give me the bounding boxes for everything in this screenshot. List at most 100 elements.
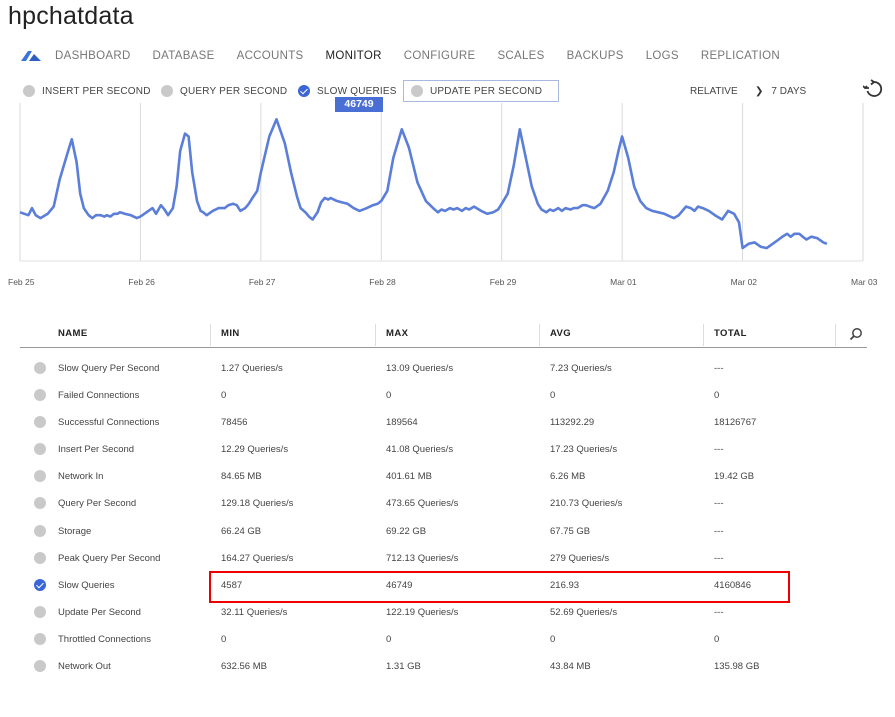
radio-unchecked-icon[interactable] <box>34 497 46 510</box>
cell-total: --- <box>714 363 724 374</box>
cell-min: 1.27 Queries/s <box>221 363 283 374</box>
radio-unchecked-icon[interactable] <box>34 524 46 537</box>
cell-total: --- <box>714 552 724 564</box>
nav-dashboard[interactable]: DASHBOARD <box>55 50 131 62</box>
metric-filters: INSERT PER SECOND QUERY PER SECOND SLOW … <box>23 79 895 103</box>
cell-avg: 279 Queries/s <box>550 552 610 564</box>
metrics-table-body: Slow Query Per Second 1.27 Queries/s 13.09… <box>20 355 867 680</box>
checkmark-icon <box>298 85 310 97</box>
filter-label: UPDATE PER SECOND <box>430 85 543 97</box>
cell-name: Successful Connections <box>58 417 160 429</box>
column-header-avg[interactable]: AVG <box>550 328 571 339</box>
cell-total: 0 <box>714 390 720 402</box>
radio-unchecked-icon[interactable] <box>34 389 46 402</box>
cell-avg: 0 <box>550 390 556 402</box>
nav-scales[interactable]: SCALES <box>497 50 544 62</box>
cell-avg: 52.69 Queries/s <box>550 606 618 618</box>
table-row[interactable]: Storage 66.24 GB 69.22 GB 67.75 GB --- <box>20 518 867 545</box>
cell-name: Slow Query Per Second <box>58 363 160 374</box>
table-row[interactable]: Failed Connections 0 0 0 0 <box>20 382 867 409</box>
cell-total: --- <box>714 606 724 618</box>
table-row[interactable]: Insert Per Second 12.29 Queries/s 41.08 Qu… <box>20 436 867 463</box>
radio-unchecked-icon[interactable] <box>34 362 46 374</box>
time-range-select[interactable]: ❯ 7 DAYS <box>755 81 806 101</box>
radio-unchecked-icon[interactable] <box>34 416 46 429</box>
cell-name: Network Out <box>58 661 111 673</box>
cell-avg: 0 <box>550 633 556 645</box>
nav-accounts[interactable]: ACCOUNTS <box>237 50 304 62</box>
filter-query-per-second[interactable]: QUERY PER SECOND <box>161 81 287 101</box>
cell-name: Network In <box>58 471 104 483</box>
x-tick-label: Feb 27 <box>248 277 276 287</box>
column-divider <box>835 324 836 346</box>
filter-insert-per-second[interactable]: INSERT PER SECOND <box>23 81 151 101</box>
cell-max: 41.08 Queries/s <box>386 444 454 456</box>
nav-replication[interactable]: REPLICATION <box>701 50 780 62</box>
cell-max: 401.61 MB <box>386 471 432 483</box>
cell-name: Throttled Connections <box>58 633 151 645</box>
cell-min: 32.11 Queries/s <box>221 606 288 618</box>
refresh-icon[interactable] <box>863 79 885 101</box>
cell-avg: 113292.29 <box>550 417 595 429</box>
x-tick-label: Mar 03 <box>851 277 878 287</box>
chart-gridlines <box>19 103 864 262</box>
cell-min: 0 <box>221 633 227 645</box>
cell-name: Storage <box>58 525 92 537</box>
table-row[interactable]: Peak Query Per Second 164.27 Queries/s 712… <box>20 545 867 572</box>
cell-max: 712.13 Queries/s <box>386 552 459 564</box>
cell-avg: 7.23 Queries/s <box>550 363 612 374</box>
nav-configure[interactable]: CONFIGURE <box>404 50 476 62</box>
nav-backups[interactable]: BACKUPS <box>567 50 624 62</box>
table-row[interactable]: Network In 84.65 MB 401.61 MB 6.26 MB 19.42 … <box>20 463 867 490</box>
cell-min: 164.27 Queries/s <box>221 552 294 564</box>
column-header-total[interactable]: TOTAL <box>714 328 747 339</box>
column-header-max[interactable]: MAX <box>386 328 408 339</box>
chevron-down-icon: ❯ <box>755 85 764 97</box>
relative-toggle[interactable]: RELATIVE <box>690 81 738 101</box>
cell-name: Failed Connections <box>58 390 140 402</box>
cell-avg: 43.84 MB <box>550 661 591 673</box>
column-header-min[interactable]: MIN <box>221 328 240 339</box>
radio-unchecked-icon[interactable] <box>34 632 46 645</box>
column-divider <box>703 324 704 346</box>
search-icon[interactable] <box>849 327 863 341</box>
filter-label: SLOW QUERIES <box>317 85 397 97</box>
filter-label: INSERT PER SECOND <box>42 85 151 97</box>
nav-logs[interactable]: LOGS <box>646 50 679 62</box>
cell-max: 189564 <box>386 417 418 429</box>
filter-update-per-second[interactable]: UPDATE PER SECOND <box>403 80 560 102</box>
column-divider <box>539 324 540 346</box>
cell-min: 84.65 MB <box>221 471 262 483</box>
radio-unchecked-icon[interactable] <box>34 551 46 564</box>
cell-max: 69.22 GB <box>386 525 427 537</box>
table-row[interactable]: Successful Connections 78456 189564 113292.… <box>20 409 867 436</box>
cell-avg: 17.23 Queries/s <box>550 444 618 456</box>
radio-unchecked-icon[interactable] <box>34 470 46 483</box>
cell-name: Peak Query Per Second <box>58 552 161 564</box>
table-row[interactable]: Query Per Second 129.18 Queries/s 473.65 Q… <box>20 490 867 517</box>
table-row[interactable]: Throttled Connections 0 0 0 0 <box>20 626 867 653</box>
x-tick-label: Mar 02 <box>730 277 758 287</box>
chart-tooltip: 46749 <box>335 97 383 112</box>
cell-total: --- <box>714 444 724 456</box>
table-row[interactable]: Slow Query Per Second 1.27 Queries/s 13.09… <box>20 355 867 382</box>
cell-total: 0 <box>714 633 720 645</box>
table-row[interactable]: Network Out 632.56 MB 1.31 GB 43.84 MB 135.9… <box>20 653 867 680</box>
radio-unchecked-icon[interactable] <box>34 660 46 673</box>
azure-logo-icon <box>21 51 41 61</box>
cell-avg: 67.75 GB <box>550 525 591 537</box>
checkmark-icon[interactable] <box>34 578 46 591</box>
radio-unchecked-icon <box>161 85 173 97</box>
slow-queries-chart <box>19 103 864 262</box>
radio-unchecked-icon[interactable] <box>34 443 46 456</box>
radio-unchecked-icon[interactable] <box>34 605 46 618</box>
column-header-name[interactable]: NAME <box>58 328 88 339</box>
nav-monitor[interactable]: MONITOR <box>326 50 382 62</box>
radio-unchecked-icon <box>23 85 35 97</box>
nav-database[interactable]: DATABASE <box>153 50 215 62</box>
cell-name: Update Per Second <box>58 606 141 618</box>
cell-min: 632.56 MB <box>221 661 267 673</box>
x-tick-label: Feb 26 <box>128 277 155 287</box>
column-divider <box>375 324 376 346</box>
cell-max: 13.09 Queries/s <box>386 363 454 374</box>
